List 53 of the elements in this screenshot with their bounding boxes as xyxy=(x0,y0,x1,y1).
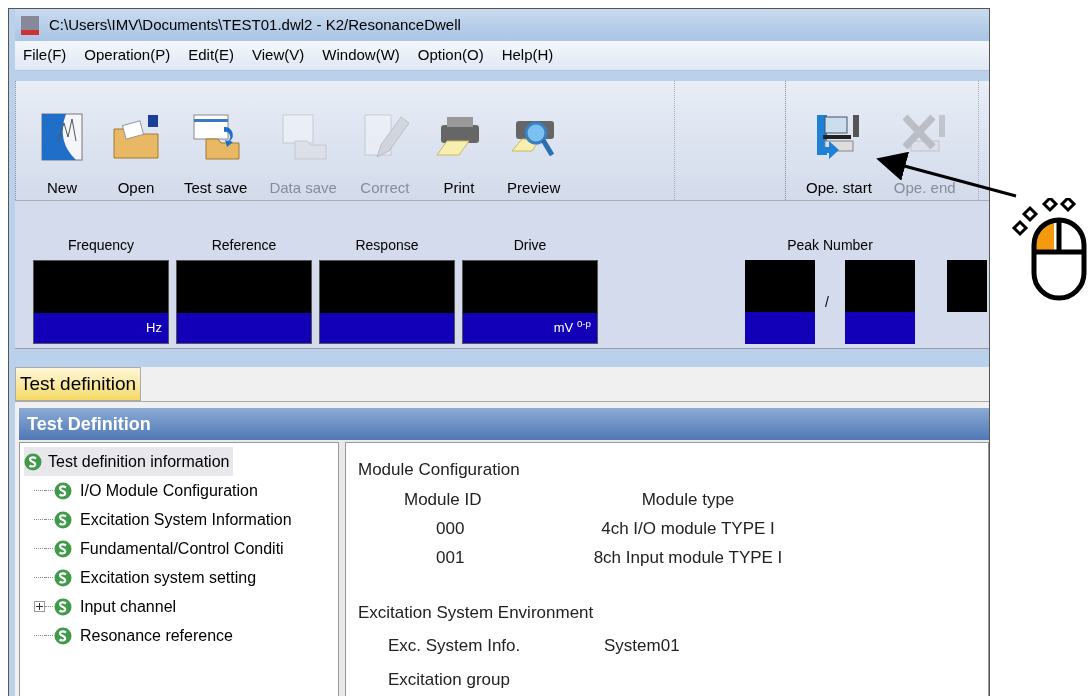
column-header: Module type xyxy=(640,488,736,511)
field-label: Excitation group xyxy=(388,668,511,691)
menu-item[interactable]: View(V) xyxy=(252,44,305,67)
menu-item[interactable]: Option(O) xyxy=(417,44,484,67)
window-title: C:\Users\IMV\Documents\TEST01.dwl2 - K2/ResonanceDwell xyxy=(49,14,461,35)
unit-label: mV $^{0-p}$ xyxy=(553,318,591,338)
mouse-click-icon xyxy=(1010,198,1088,302)
menu-item[interactable]: Help(H) xyxy=(501,44,554,67)
menu-item[interactable]: Window(W) xyxy=(322,44,400,67)
meter-label: Peak Number xyxy=(787,236,873,255)
toolbar-button[interactable]: Print xyxy=(426,110,491,200)
meter-label: Frequency xyxy=(67,236,135,255)
tree-item[interactable]: Resonance reference xyxy=(54,623,235,648)
s-status-icon xyxy=(54,510,72,529)
s-status-icon xyxy=(24,452,42,471)
tree-item[interactable]: Fundamental/Control Conditi xyxy=(54,536,286,561)
meter-label: Drive xyxy=(513,236,547,255)
meter-label: Reference xyxy=(211,236,277,255)
panel-header: Test Definition xyxy=(19,408,989,440)
toolbar-button[interactable]: Test save xyxy=(178,110,254,200)
section-title: Module Configuration xyxy=(358,459,521,481)
s-status-icon xyxy=(54,568,72,587)
app-logo-icon xyxy=(19,14,41,36)
tab[interactable]: Test definition xyxy=(15,367,142,401)
expand-toggle[interactable] xyxy=(34,601,45,612)
s-status-icon xyxy=(54,626,72,645)
menu-item[interactable]: File(F) xyxy=(23,44,67,67)
field-label: Exc. System Info. xyxy=(388,635,522,657)
table-cell-text: 8ch Input module TYPE I xyxy=(592,546,784,569)
meter-display xyxy=(947,260,987,312)
tree-item[interactable]: Test definition information xyxy=(24,447,234,476)
meter-label: Response xyxy=(355,236,419,255)
tree-item[interactable]: Excitation System Information xyxy=(54,507,294,532)
table-cell-text: 4ch I/O module TYPE I xyxy=(600,517,776,540)
menu-item[interactable]: Operation(P) xyxy=(84,44,171,67)
s-status-icon xyxy=(54,539,72,558)
column-header: Module ID xyxy=(403,488,483,511)
separator-label: / xyxy=(825,292,830,312)
toolbar-button[interactable]: Ope. start xyxy=(800,110,878,200)
s-status-icon xyxy=(54,481,72,500)
toolbar-button[interactable]: Preview xyxy=(500,110,567,200)
s-status-icon xyxy=(54,597,72,616)
menu-item[interactable]: Edit(E) xyxy=(188,44,235,67)
tree-item[interactable]: Excitation system setting xyxy=(54,565,259,590)
toolbar-button[interactable]: New xyxy=(30,110,94,200)
tree-item[interactable]: I/O Module Configuration xyxy=(54,478,260,503)
unit-label: Hz xyxy=(146,319,162,338)
tree-item[interactable]: Input channel xyxy=(54,594,179,619)
section-title: Excitation System Environment xyxy=(358,601,595,624)
toolbar-button[interactable]: Open xyxy=(104,110,168,200)
table-cell-text: 000 xyxy=(435,517,466,540)
table-cell-text: 001 xyxy=(435,546,466,569)
field-value: System01 xyxy=(604,635,680,657)
